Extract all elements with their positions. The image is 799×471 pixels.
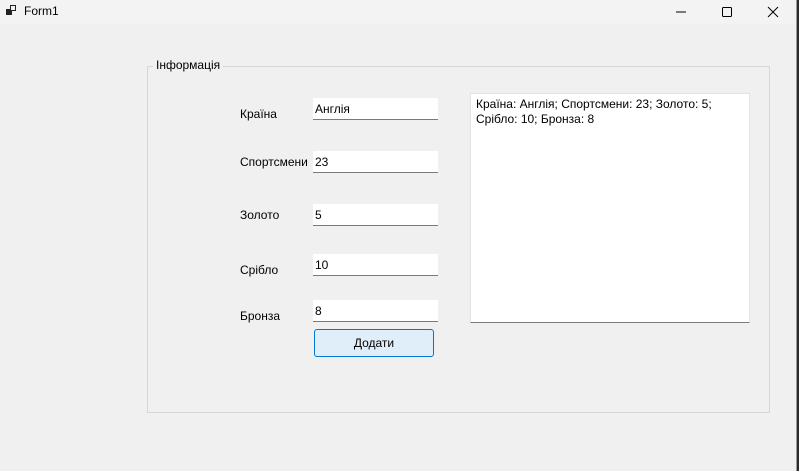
output-textbox[interactable]: Країна: Англія; Спортсмени: 23; Золото: … — [470, 93, 750, 323]
gold-label: Золото — [240, 208, 280, 222]
bronze-label: Бронза — [240, 309, 281, 323]
maximize-button[interactable] — [704, 0, 750, 24]
silver-input[interactable] — [313, 254, 438, 276]
title-bar[interactable]: Form1 — [0, 0, 796, 24]
minimize-button[interactable] — [658, 0, 704, 24]
main-window: Form1 Інформація Країна Спортсмени Золот… — [0, 0, 797, 471]
close-button[interactable] — [750, 0, 796, 24]
country-input[interactable] — [313, 98, 438, 120]
groupbox-title: Інформація — [153, 58, 224, 72]
maximize-icon — [722, 7, 732, 17]
window-title: Form1 — [24, 4, 59, 18]
app-icon — [6, 5, 16, 15]
athletes-label: Спортсмени — [240, 155, 308, 169]
bronze-input[interactable] — [313, 300, 438, 322]
close-icon — [767, 6, 779, 18]
gold-input[interactable] — [313, 204, 438, 226]
silver-label: Срібло — [240, 263, 279, 277]
add-button[interactable]: Додати — [314, 329, 434, 357]
minimize-icon — [676, 11, 686, 13]
athletes-input[interactable] — [313, 151, 438, 173]
country-label: Країна — [240, 107, 277, 121]
